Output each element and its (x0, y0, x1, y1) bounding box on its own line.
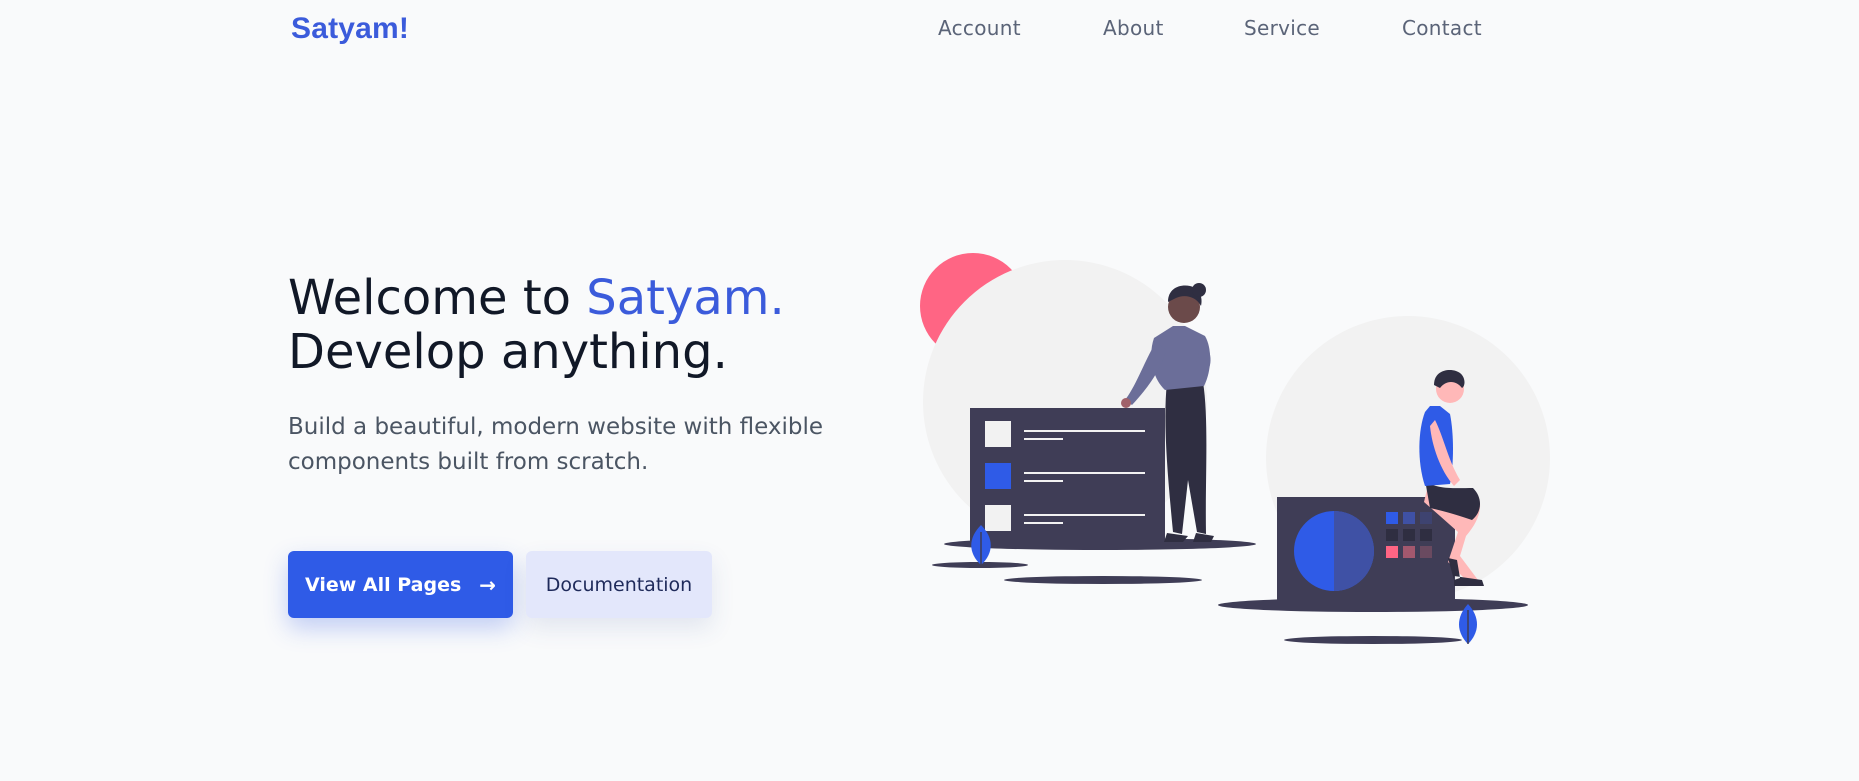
grid-cell (1403, 546, 1415, 558)
nav-link-account[interactable]: Account (938, 16, 1021, 40)
nav-link-about[interactable]: About (1103, 16, 1164, 40)
list-checkbox-active (985, 463, 1011, 489)
grid-cell (1403, 529, 1415, 541)
hero-title-accent: Satyam. (586, 270, 785, 326)
grid-cell (1403, 512, 1415, 524)
nav-link-service[interactable]: Service (1244, 16, 1320, 40)
floor-shadow (1004, 576, 1202, 584)
arrow-right-icon: → (479, 572, 497, 597)
documentation-button[interactable]: Documentation (526, 551, 712, 618)
grid-cell (1420, 546, 1432, 558)
list-checkbox (985, 505, 1011, 531)
grid-cell (1420, 529, 1432, 541)
hero-illustration (920, 253, 1550, 644)
hero-title-part1: Welcome to (288, 270, 587, 326)
view-all-pages-label: View All Pages (304, 573, 462, 596)
hero-title: Welcome to Satyam. Develop anything. (288, 271, 785, 379)
list-checkbox (985, 421, 1011, 447)
grid-cell (1386, 529, 1398, 541)
grid-cell (1420, 512, 1432, 524)
hero-subtitle: Build a beautiful, modern website with f… (288, 414, 824, 475)
woman-legs (1165, 382, 1207, 534)
nav-links: Account About Service Contact (0, 16, 1859, 46)
grid-cell (1386, 546, 1398, 558)
woman-hair-bun (1192, 283, 1206, 297)
hero-title-line2: Develop anything. (288, 324, 728, 380)
navbar: Satyam! Account About Service Contact (0, 0, 1859, 60)
grid-cell (1386, 512, 1398, 524)
floor-shadow (1284, 636, 1462, 644)
view-all-pages-button[interactable]: View All Pages → (288, 551, 513, 618)
nav-link-contact[interactable]: Contact (1402, 16, 1482, 40)
woman-hand (1121, 398, 1131, 408)
